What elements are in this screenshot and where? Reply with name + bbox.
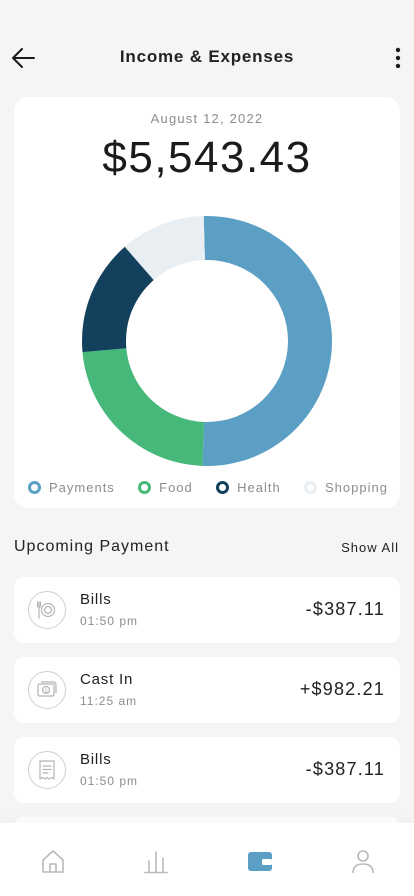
- legend-label: Food: [159, 479, 193, 495]
- payment-amount: +$982.21: [299, 679, 385, 699]
- legend-item-food: Food: [138, 480, 193, 495]
- receipt-icon: [39, 760, 55, 780]
- tab-profile[interactable]: [349, 848, 377, 874]
- legend-dot: [28, 480, 41, 494]
- stats-icon: [144, 851, 168, 874]
- payment-amount: -$387.11: [305, 759, 385, 779]
- tab-wallet[interactable]: [246, 848, 274, 874]
- chart-legend: Payments Food Health Shopping: [28, 479, 388, 495]
- legend-item-payments: Payments: [28, 480, 115, 495]
- show-all-link[interactable]: Show All: [341, 540, 399, 555]
- payment-row[interactable]: Bills 01:50 pm -$387.11: [14, 577, 400, 643]
- more-vertical-icon: [395, 47, 401, 69]
- legend-dot: [304, 480, 318, 494]
- profile-icon: [352, 850, 374, 874]
- payment-name: Cast In: [80, 671, 134, 688]
- donut-segment-payments: [202, 216, 333, 466]
- cash-icon: $: [37, 681, 57, 697]
- legend-label: Shopping: [325, 479, 388, 495]
- payment-icon-wrap: [28, 751, 66, 789]
- payment-amount: -$387.11: [305, 599, 385, 619]
- payment-row[interactable]: $ Cast In 11:25 am +$982.21: [14, 657, 400, 723]
- payment-icon-wrap: [28, 591, 66, 629]
- summary-date: August 12, 2022: [150, 111, 264, 126]
- donut-chart: [82, 216, 333, 466]
- payment-name: Bills: [80, 751, 112, 768]
- legend-label: Health: [237, 479, 281, 495]
- dining-icon: [36, 601, 56, 619]
- payment-icon-wrap: $: [28, 671, 66, 709]
- svg-text:$: $: [44, 688, 47, 694]
- legend-dot: [216, 480, 230, 494]
- payment-time: 11:25 am: [80, 694, 138, 708]
- legend-item-health: Health: [216, 480, 281, 495]
- legend-dot: [138, 480, 152, 494]
- payment-row[interactable]: Bills 01:50 pm -$387.11: [14, 737, 400, 803]
- tab-home[interactable]: [39, 848, 67, 874]
- balance-amount: $5,543.43: [102, 133, 312, 182]
- wallet-icon: [248, 852, 272, 871]
- home-icon: [42, 850, 64, 873]
- payment-time: 01:50 pm: [80, 774, 139, 788]
- summary-card: August 12, 2022 $5,543.43 Payments Food …: [14, 97, 400, 508]
- bottom-tab-bar: [0, 823, 414, 896]
- tab-statistics[interactable]: [142, 848, 170, 874]
- more-options-button[interactable]: [391, 45, 405, 71]
- section-title-upcoming: Upcoming Payment: [14, 538, 170, 555]
- payment-time: 01:50 pm: [80, 614, 139, 628]
- legend-item-shopping: Shopping: [304, 480, 388, 495]
- legend-label: Payments: [49, 479, 115, 495]
- payment-name: Bills: [80, 591, 112, 608]
- page-title: Income & Expenses: [119, 47, 295, 66]
- donut-segment-food: [82, 348, 205, 466]
